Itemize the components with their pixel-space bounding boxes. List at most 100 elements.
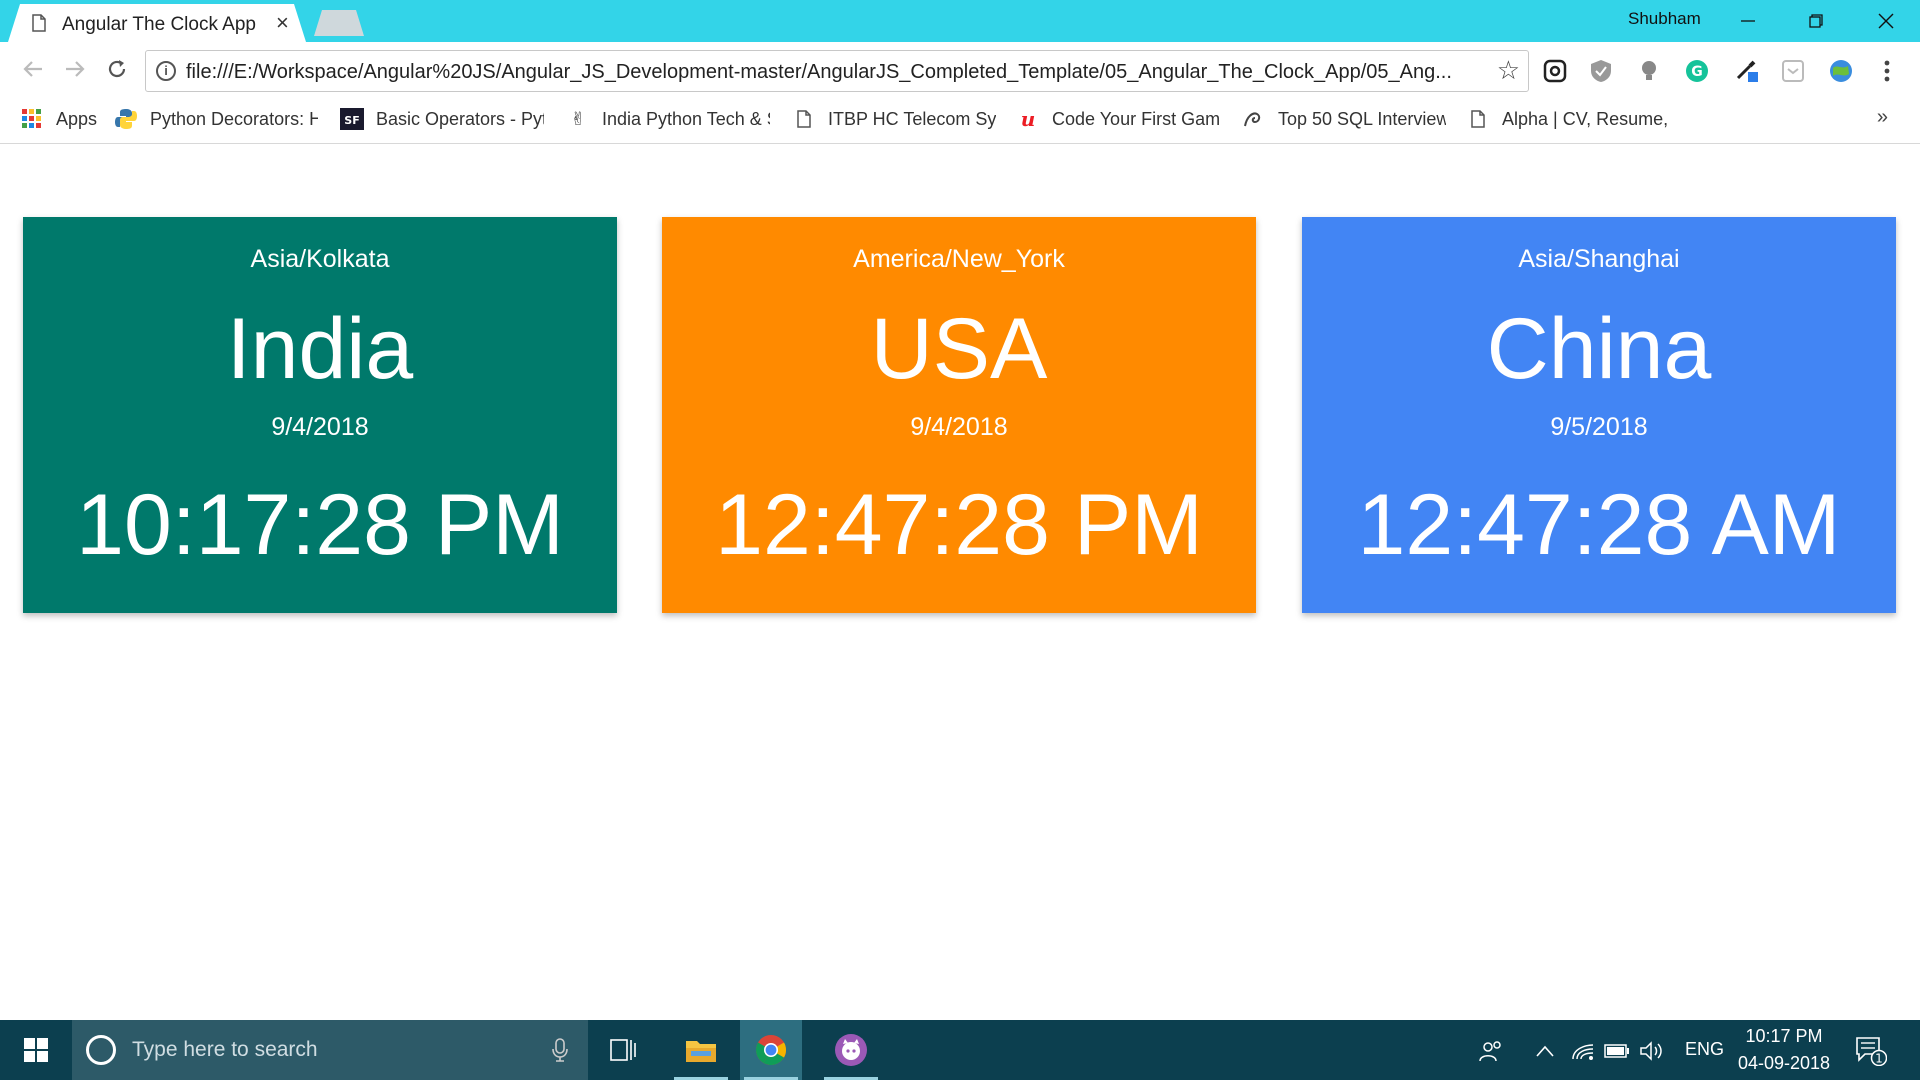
battery-icon[interactable] xyxy=(1604,1038,1630,1064)
restore-button[interactable] xyxy=(1786,0,1846,42)
svg-text:G: G xyxy=(1691,64,1703,80)
shield-icon[interactable] xyxy=(1588,58,1614,84)
sf-icon: SF xyxy=(340,107,364,131)
page-content: Asia/Kolkata India 9/4/2018 10:17:28 PM … xyxy=(0,145,1920,1020)
info-icon[interactable]: i xyxy=(156,61,176,81)
close-window-button[interactable] xyxy=(1856,0,1916,42)
chrome-icon xyxy=(755,1035,787,1066)
bookmarks-bar: Apps Python Decorators: H SF Basic Opera… xyxy=(0,96,1920,144)
task-view-button[interactable] xyxy=(592,1020,654,1080)
tab-close-icon[interactable]: × xyxy=(276,10,289,36)
volume-icon[interactable] xyxy=(1638,1038,1664,1064)
bookmark-top-50-sql[interactable]: Top 50 SQL Interview xyxy=(1242,106,1446,132)
folder-icon xyxy=(686,1041,716,1062)
eyedropper-icon[interactable] xyxy=(1734,58,1760,84)
bookmark-python-decorators[interactable]: Python Decorators: H xyxy=(114,106,318,132)
bulb-icon[interactable] xyxy=(1636,58,1662,84)
menu-kebab-icon[interactable] xyxy=(1874,58,1900,84)
reload-icon xyxy=(108,60,126,78)
clock-card-china: Asia/Shanghai China 9/5/2018 12:47:28 AM xyxy=(1302,217,1896,613)
new-tab-button[interactable] xyxy=(314,10,364,36)
bookmark-label: India Python Tech & S xyxy=(602,108,770,129)
title-bar: Angular The Clock App × Shubham xyxy=(0,0,1920,42)
link-icon xyxy=(1242,107,1266,131)
clock-card-india: Asia/Kolkata India 9/4/2018 10:17:28 PM xyxy=(23,217,617,613)
microphone-icon[interactable] xyxy=(552,1038,568,1062)
country-name: China xyxy=(1486,301,1712,397)
chevron-up-icon[interactable] xyxy=(1532,1038,1558,1064)
taskbar-file-explorer[interactable] xyxy=(670,1020,732,1080)
svg-text:u: u xyxy=(1021,109,1036,129)
bookmark-label: ITBP HC Telecom Sylla xyxy=(828,108,996,129)
bookmark-star-icon[interactable]: ☆ xyxy=(1497,55,1520,86)
clock-time: 12:47:28 PM xyxy=(715,477,1203,573)
timezone-label: Asia/Kolkata xyxy=(250,245,390,273)
bookmark-itbp-hc-telecom[interactable]: ITBP HC Telecom Sylla xyxy=(792,106,996,132)
minimize-button[interactable] xyxy=(1718,0,1778,42)
country-name: India xyxy=(226,301,414,397)
restore-icon xyxy=(1809,14,1823,28)
system-clock-time[interactable]: 10:17 PM xyxy=(1738,1026,1830,1047)
profile-name[interactable]: Shubham xyxy=(1628,9,1701,29)
task-view-icon xyxy=(610,1039,636,1061)
cortana-icon xyxy=(86,1035,116,1065)
notification-icon: 1 xyxy=(1856,1037,1888,1067)
people-icon[interactable] xyxy=(1478,1038,1504,1064)
taskbar-github-desktop[interactable] xyxy=(820,1020,882,1080)
back-button[interactable] xyxy=(16,52,50,86)
svg-text:SF: SF xyxy=(344,114,359,127)
apps-grid-icon xyxy=(20,107,44,131)
address-bar[interactable]: i file:///E:/Workspace/Angular%20JS/Angu… xyxy=(145,50,1529,92)
windows-logo-icon xyxy=(24,1038,48,1062)
page-icon xyxy=(1466,107,1490,131)
udemy-icon: u xyxy=(1016,107,1040,131)
globe-extension-icon[interactable] xyxy=(1828,58,1854,84)
wifi-icon[interactable] xyxy=(1570,1038,1596,1064)
clock-time: 12:47:28 AM xyxy=(1357,477,1841,573)
reload-button[interactable] xyxy=(100,52,134,86)
extension-link-icon[interactable] xyxy=(1542,58,1568,84)
bookmark-code-your-first-game[interactable]: u Code Your First Game xyxy=(1016,106,1220,132)
bookmarks-overflow-icon[interactable]: » xyxy=(1877,106,1888,129)
close-icon xyxy=(1878,13,1894,29)
tab-title: Angular The Clock App xyxy=(62,14,256,35)
python-icon xyxy=(114,107,138,131)
bookmark-label: Alpha | CV, Resume, v xyxy=(1502,108,1670,129)
bookmark-label: Basic Operators - Pyt xyxy=(376,108,544,129)
bookmark-label: Python Decorators: H xyxy=(150,108,318,129)
bookmark-india-python-tech[interactable]: ✌ India Python Tech & S xyxy=(566,106,770,132)
minimize-icon xyxy=(1741,20,1755,22)
system-clock-date[interactable]: 04-09-2018 xyxy=(1732,1053,1836,1074)
windows-taskbar: Type here to search ENG 10:17 PM 04-09-2… xyxy=(0,1020,1920,1080)
language-indicator[interactable]: ENG xyxy=(1685,1039,1724,1060)
bookmark-basic-operators[interactable]: SF Basic Operators - Pyt xyxy=(340,106,544,132)
browser-tab[interactable]: Angular The Clock App × xyxy=(8,4,306,42)
bookmark-label: Top 50 SQL Interview xyxy=(1278,108,1446,129)
arrow-left-icon xyxy=(23,61,42,77)
taskbar-search-box[interactable]: Type here to search xyxy=(72,1020,588,1080)
clock-card-usa: America/New_York USA 9/4/2018 12:47:28 P… xyxy=(662,217,1256,613)
start-button[interactable] xyxy=(0,1020,72,1080)
grammarly-icon[interactable]: G xyxy=(1684,58,1710,84)
page-icon xyxy=(32,14,46,32)
timezone-label: America/New_York xyxy=(853,245,1065,273)
arrow-right-icon xyxy=(66,61,85,77)
github-icon xyxy=(835,1034,867,1066)
url-text[interactable]: file:///E:/Workspace/Angular%20JS/Angula… xyxy=(186,61,1486,84)
forward-button[interactable] xyxy=(58,52,92,86)
pocket-icon[interactable] xyxy=(1780,58,1806,84)
page-icon xyxy=(792,107,816,131)
clock-date: 9/4/2018 xyxy=(271,413,369,441)
bookmark-alpha-cv-resume[interactable]: Alpha | CV, Resume, v xyxy=(1466,106,1670,132)
clock-time: 10:17:28 PM xyxy=(76,477,564,573)
peace-hand-icon: ✌ xyxy=(570,108,586,129)
bookmark-apps[interactable]: Apps xyxy=(20,106,97,132)
clock-date: 9/5/2018 xyxy=(1550,413,1648,441)
bookmark-label: Apps xyxy=(56,108,98,129)
timezone-label: Asia/Shanghai xyxy=(1518,245,1680,273)
country-name: USA xyxy=(870,301,1048,397)
taskbar-chrome[interactable] xyxy=(740,1020,802,1080)
search-placeholder: Type here to search xyxy=(132,1038,318,1061)
bookmark-label: Code Your First Game xyxy=(1052,108,1220,129)
action-center-button[interactable]: 1 xyxy=(1855,1036,1888,1067)
